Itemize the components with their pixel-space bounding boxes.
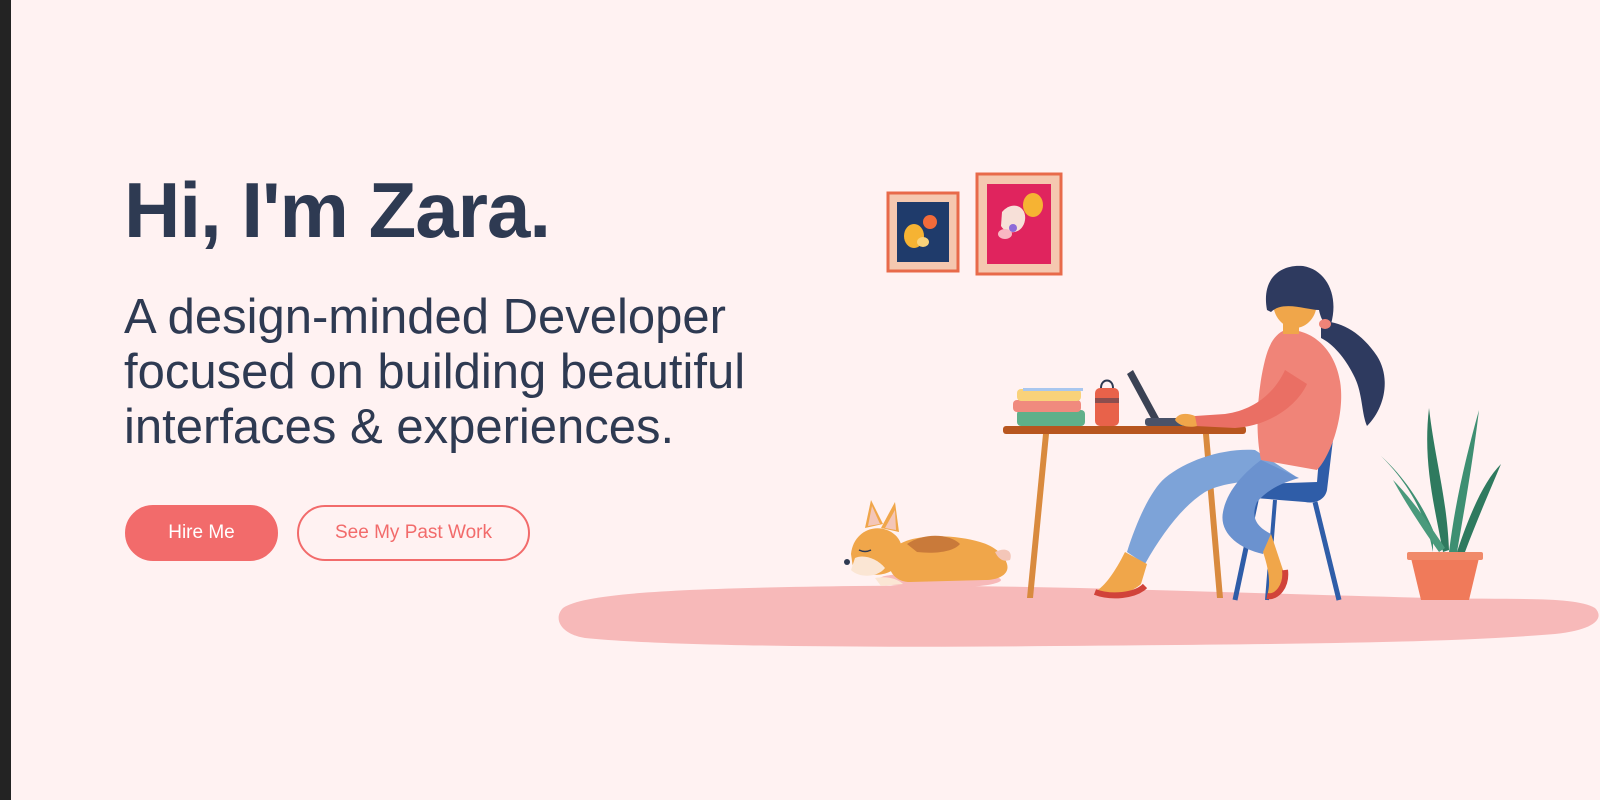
hero-section: Hi, I'm Zara. A design-minded Developer … xyxy=(11,0,1600,800)
hero-illustration xyxy=(555,160,1600,670)
hire-me-button[interactable]: Hire Me xyxy=(125,505,278,561)
books-icon xyxy=(1013,388,1085,426)
framed-art-small-icon xyxy=(886,191,960,273)
dog-icon xyxy=(844,500,1011,588)
potted-plant-icon xyxy=(1381,408,1501,600)
window-edge xyxy=(0,0,11,800)
hero-title: Hi, I'm Zara. xyxy=(124,166,551,254)
framed-art-large-icon xyxy=(975,172,1063,276)
mug-icon xyxy=(1095,379,1119,426)
see-past-work-button[interactable]: See My Past Work xyxy=(297,505,530,561)
